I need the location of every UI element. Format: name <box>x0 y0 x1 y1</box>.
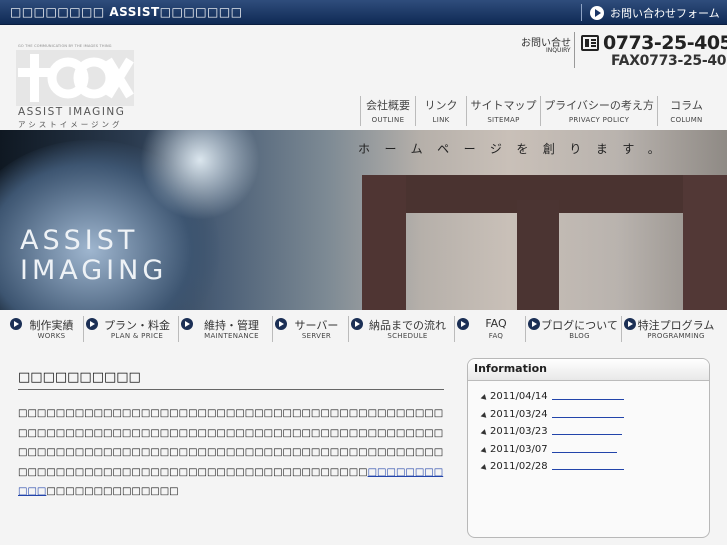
subnav-item-blog[interactable]: ブログについて BLOG <box>526 316 622 342</box>
logo-kana: アシストイメージング <box>18 120 123 129</box>
gnav-item-outline[interactable]: 会社概要 OUTLINE <box>360 96 415 126</box>
gnav-label: リンク <box>424 99 458 112</box>
gnav-sublabel: COLUMN <box>670 116 703 124</box>
subnav-item-faq[interactable]: FAQ FAQ <box>455 316 526 342</box>
telephone-icon <box>581 35 599 51</box>
play-arrow-icon <box>590 6 604 20</box>
gnav-item-privacy[interactable]: プライバシーの考え方 PRIVACY POLICY <box>540 96 657 126</box>
hero-banner: ホームページを創ります。 ASSIST IMAGING <box>0 130 727 310</box>
contact-form-link[interactable]: お問い合わせフォーム <box>590 5 720 21</box>
intro-paragraph: □□□□□□□□□□□□□□□□□□□□□□□□□□□□□□□□□□□□□□□□… <box>18 404 444 502</box>
gnav-label: サイトマップ <box>470 99 537 112</box>
list-item[interactable]: 2011/04/14 <box>482 391 709 409</box>
hero-catchphrase: ホームページを創ります。 <box>358 142 675 156</box>
topbar-divider <box>581 4 582 21</box>
contact-form-label: お問い合わせフォーム <box>610 7 720 20</box>
gnav-item-column[interactable]: コラム COLUMN <box>657 96 715 126</box>
phone-number: 0773-25-4050 <box>603 32 727 54</box>
news-link[interactable] <box>551 426 622 435</box>
hero-window-frame <box>683 175 727 310</box>
hero-window-frame <box>362 175 406 310</box>
subnav-item-plan-price[interactable]: プラン・料金 PLAN & PRICE <box>84 316 179 342</box>
phone-box: お問い合せ INQUIRY 0773-25-4050 FAX0773-25-40… <box>521 32 727 69</box>
gnav-item-link[interactable]: リンク LINK <box>415 96 466 126</box>
subnav-sublabel: FAQ <box>488 332 504 340</box>
news-date: 2011/04/14 <box>490 391 548 402</box>
subnav-item-schedule[interactable]: 納品までの流れ SCHEDULE <box>349 316 455 342</box>
subnav-label: 納品までの流れ <box>369 319 446 332</box>
hero-window-frame <box>517 200 559 310</box>
subnav-sublabel: WORKS <box>37 332 66 340</box>
logo[interactable]: GO THE COMMUNICATION BY THE IMAGES THING… <box>16 44 134 136</box>
subnav-label: 制作実績 <box>29 319 74 332</box>
gnav-sublabel: PRIVACY POLICY <box>568 116 630 124</box>
news-date: 2011/02/28 <box>490 461 548 472</box>
subnav-sublabel: SCHEDULE <box>387 332 428 340</box>
sub-nav: 制作実績 WORKS プラン・料金 PLAN & PRICE 維持・管理 MAI… <box>8 316 718 342</box>
subnav-sublabel: SERVER <box>301 332 332 340</box>
list-item[interactable]: 2011/02/28 <box>482 461 709 479</box>
news-date: 2011/03/23 <box>490 426 548 437</box>
logo-mark-icon <box>16 50 134 106</box>
list-item[interactable]: 2011/03/23 <box>482 426 709 444</box>
subnav-item-works[interactable]: 制作実績 WORKS <box>8 316 84 342</box>
subnav-label: 維持・管理 <box>204 319 259 332</box>
news-link[interactable] <box>551 461 624 470</box>
subnav-sublabel: PROGRAMMING <box>647 332 705 340</box>
global-nav: 会社概要 OUTLINE リンク LINK サイトマップ SITEMAP プライ… <box>360 96 715 126</box>
subnav-label: サーバー <box>294 319 339 332</box>
header: GO THE COMMUNICATION BY THE IMAGES THING… <box>0 26 727 130</box>
subnav-label: FAQ <box>485 317 507 330</box>
subnav-item-programming[interactable]: 特注プログラム PROGRAMMING <box>622 316 718 342</box>
subnav-label: ブログについて <box>541 319 618 332</box>
subnav-sublabel: PLAN & PRICE <box>110 332 164 340</box>
gnav-sublabel: LINK <box>432 116 450 124</box>
gnav-item-sitemap[interactable]: サイトマップ SITEMAP <box>466 96 540 126</box>
list-item[interactable]: 2011/03/24 <box>482 409 709 427</box>
news-link[interactable] <box>551 409 624 418</box>
hero-brand-line1: ASSIST <box>20 225 139 256</box>
information-title: Information <box>468 359 709 381</box>
subnav-sublabel: MAINTENANCE <box>204 332 259 340</box>
news-date: 2011/03/24 <box>490 408 548 420</box>
gnav-sublabel: OUTLINE <box>371 116 405 124</box>
logo-tagline: GO THE COMMUNICATION BY THE IMAGES THING <box>18 44 112 48</box>
hero-brand-line2: IMAGING <box>20 255 168 286</box>
page-title: □□□□□□□□□□ <box>18 370 444 390</box>
logo-name: ASSIST IMAGING <box>18 106 126 118</box>
subnav-label: 特注プログラム <box>637 319 715 332</box>
gnav-sublabel: SITEMAP <box>487 116 520 124</box>
subnav-item-maintenance[interactable]: 維持・管理 MAINTENANCE <box>179 316 273 342</box>
subnav-item-server[interactable]: サーバー SERVER <box>273 316 349 342</box>
gnav-label: 会社概要 <box>366 99 410 112</box>
subnav-sublabel: BLOG <box>569 332 590 340</box>
gnav-label: プライバシーの考え方 <box>544 99 654 112</box>
fax-number: FAX0773-25-4070 <box>611 53 727 69</box>
list-item[interactable]: 2011/03/07 <box>482 444 709 462</box>
gnav-label: コラム <box>670 99 703 112</box>
site-title: □□□□□□□□ ASSIST□□□□□□□ <box>10 5 243 19</box>
main-content: □□□□□□□□□□ □□□□□□□□□□□□□□□□□□□□□□□□□□□□□… <box>18 370 444 502</box>
news-link[interactable] <box>551 444 617 453</box>
information-box: Information 2011/04/14 2011/03/24 2011/0… <box>467 358 710 538</box>
inquiry-label-en: INQUIRY <box>546 47 571 54</box>
news-date: 2011/03/07 <box>490 443 548 455</box>
page: □□□□□□□□ ASSIST□□□□□□□ お問い合わせフォーム GO THE… <box>0 0 727 545</box>
information-list: 2011/04/14 2011/03/24 2011/03/23 2011/03… <box>482 391 709 479</box>
top-bar: □□□□□□□□ ASSIST□□□□□□□ お問い合わせフォーム <box>0 0 727 25</box>
phone-divider <box>574 32 575 68</box>
news-link[interactable] <box>551 391 624 400</box>
subnav-label: プラン・料金 <box>104 319 170 332</box>
intro-text-end: □□□□□□□□□□□□□□ <box>46 486 179 497</box>
